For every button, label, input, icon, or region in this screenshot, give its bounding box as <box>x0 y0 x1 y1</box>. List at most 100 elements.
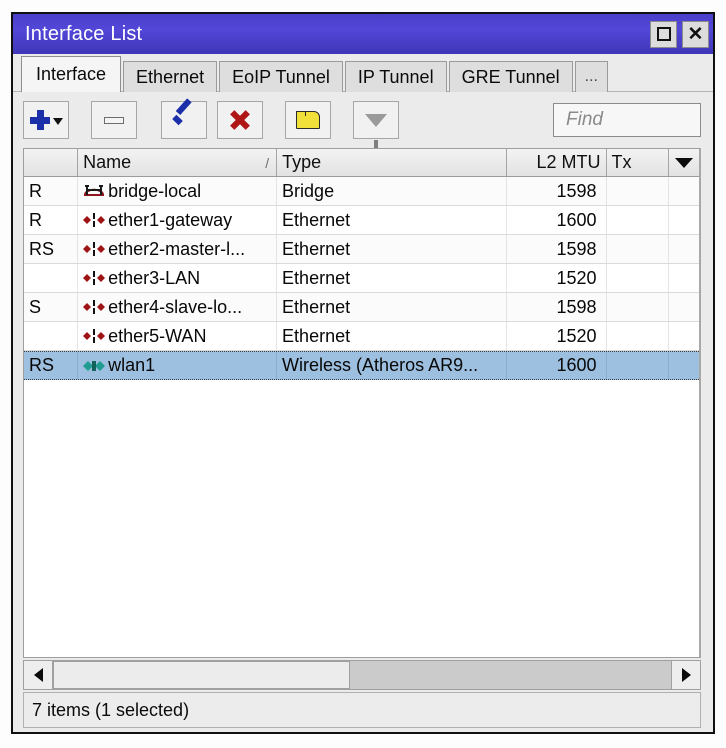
status-text: 7 items (1 selected) <box>32 699 190 720</box>
cell-type: Ethernet <box>277 322 508 350</box>
cell-name-label: ether2-master-l... <box>108 238 246 259</box>
bridge-icon <box>83 182 105 200</box>
cell-name-label: bridge-local <box>108 180 202 201</box>
table-row[interactable]: ether3-LAN Ethernet 1520 <box>24 264 699 293</box>
scrollbar-track[interactable] <box>53 661 671 689</box>
table-row[interactable]: RS wlan1 Wireless (Atheros AR9... 1600 <box>24 351 699 380</box>
cell-name: wlan1 <box>78 352 278 379</box>
caret-down-icon <box>675 157 694 168</box>
close-button[interactable]: ✕ <box>682 20 709 48</box>
tab-eoip-tunnel[interactable]: EoIP Tunnel <box>219 61 343 92</box>
cell-spacer <box>669 206 699 234</box>
ethernet-icon <box>83 327 106 345</box>
window-title: Interface List <box>25 22 143 45</box>
ethernet-icon <box>83 269 106 287</box>
horizontal-scrollbar[interactable] <box>23 660 701 690</box>
column-header-l2mtu-label: L2 MTU <box>536 152 601 172</box>
tab-more-label: ... <box>584 68 598 85</box>
cell-flags <box>24 322 79 350</box>
cell-name: ether5-WAN <box>78 322 278 350</box>
interface-list-window: Interface List ✕ Interface Ethernet EoIP… <box>11 12 715 734</box>
close-icon: ✕ <box>687 23 704 45</box>
window-titlebar[interactable]: Interface List ✕ <box>13 14 713 54</box>
tab-ethernet-label: Ethernet <box>136 66 205 87</box>
window-controls: ✕ <box>650 20 709 48</box>
table-row[interactable]: Rbridge-local Bridge 1598 <box>24 177 699 206</box>
cell-tx <box>607 293 670 321</box>
cell-spacer <box>669 293 699 321</box>
cell-l2mtu: 1598 <box>507 177 607 205</box>
toolbar: Find <box>13 92 713 148</box>
cell-tx <box>607 177 670 205</box>
tab-ip-tunnel[interactable]: IP Tunnel <box>344 61 447 92</box>
remove-button[interactable] <box>91 101 137 139</box>
tab-ethernet[interactable]: Ethernet <box>123 61 218 92</box>
cell-type: Ethernet <box>277 264 508 292</box>
cell-name-label: ether4-slave-lo... <box>108 296 243 317</box>
maximize-button[interactable] <box>650 20 677 48</box>
tab-eoip-tunnel-label: EoIP Tunnel <box>232 66 330 87</box>
column-header-name-label: Name <box>83 152 132 172</box>
tab-gre-tunnel[interactable]: GRE Tunnel <box>448 61 573 92</box>
ethernet-icon <box>83 211 106 229</box>
table-row[interactable]: RS ether2-master-l... Ethernet 1598 <box>24 235 699 264</box>
plus-icon <box>29 110 50 130</box>
scrollbar-thumb[interactable] <box>53 661 350 689</box>
cell-type: Bridge <box>277 177 508 205</box>
cell-tx <box>607 352 670 379</box>
funnel-icon <box>365 113 387 148</box>
cell-type: Ethernet <box>277 293 508 321</box>
cell-l2mtu: 1520 <box>507 264 607 292</box>
add-button[interactable] <box>23 101 69 139</box>
filter-button[interactable] <box>353 101 399 148</box>
column-menu-button[interactable] <box>669 149 699 176</box>
interface-table: Name / Type L2 MTU Tx Rbridge-local Bridg… <box>23 148 701 658</box>
tag-icon <box>296 111 320 129</box>
cell-tx <box>607 206 670 234</box>
cell-name: ether4-slave-lo... <box>78 293 278 321</box>
table-row[interactable]: Rether1-gateway Ethernet 1600 <box>24 206 699 235</box>
cell-type: Ethernet <box>277 235 508 263</box>
minus-icon <box>104 116 124 124</box>
tab-more[interactable]: ... <box>574 61 608 92</box>
scroll-right-button[interactable] <box>671 661 700 689</box>
search-input[interactable]: Find <box>553 103 701 137</box>
comment-button[interactable] <box>285 101 331 139</box>
cell-tx <box>607 322 670 350</box>
column-header-tx-label: Tx <box>611 152 632 172</box>
tab-ip-tunnel-label: IP Tunnel <box>357 66 434 87</box>
cell-name: bridge-local <box>78 177 278 205</box>
column-header-flags[interactable] <box>24 149 79 176</box>
screenshot-root: Interface List ✕ Interface Ethernet EoIP… <box>0 0 726 748</box>
cell-flags: R <box>24 206 79 234</box>
ethernet-icon <box>83 298 106 316</box>
cell-type: Ethernet <box>277 206 508 234</box>
cell-l2mtu: 1600 <box>507 352 607 379</box>
cell-tx <box>607 264 670 292</box>
cell-flags: RS <box>24 352 79 379</box>
cell-spacer <box>669 235 699 263</box>
scroll-left-button[interactable] <box>24 661 53 689</box>
sort-indicator-icon: / <box>265 154 270 171</box>
disable-button[interactable] <box>217 101 263 139</box>
cell-flags: S <box>24 293 79 321</box>
table-row[interactable]: ether5-WAN Ethernet 1520 <box>24 322 699 351</box>
cell-name-label: ether3-LAN <box>108 267 201 288</box>
maximize-icon <box>656 27 671 41</box>
check-icon <box>172 110 196 130</box>
status-bar: 7 items (1 selected) <box>23 692 701 728</box>
column-header-type[interactable]: Type <box>277 149 508 176</box>
column-header-name[interactable]: Name / <box>78 149 278 176</box>
column-header-l2mtu[interactable]: L2 MTU <box>507 149 607 176</box>
ethernet-icon <box>83 240 106 258</box>
cell-flags: RS <box>24 235 79 263</box>
enable-button[interactable] <box>161 101 207 139</box>
chevron-down-icon <box>52 118 63 125</box>
column-header-tx[interactable]: Tx <box>606 149 670 176</box>
arrow-right-icon <box>681 668 691 682</box>
window-body: Interface Ethernet EoIP Tunnel IP Tunnel… <box>13 54 713 732</box>
table-row[interactable]: Sether4-slave-lo... Ethernet 1598 <box>24 293 699 322</box>
tab-interface[interactable]: Interface <box>21 56 122 92</box>
cell-name: ether3-LAN <box>78 264 278 292</box>
cell-flags <box>24 264 79 292</box>
